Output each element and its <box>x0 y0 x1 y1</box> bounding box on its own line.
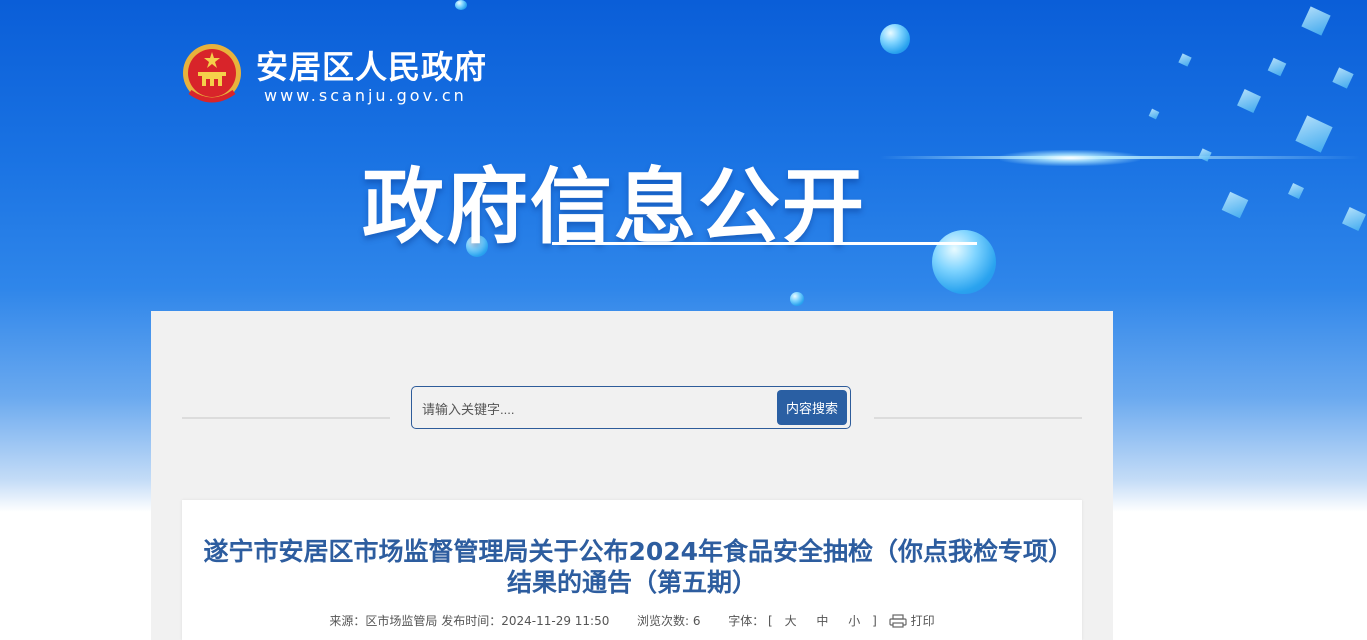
divider-right <box>874 417 1082 419</box>
views-label: 浏览次数: <box>637 614 690 628</box>
decor-cube <box>1178 53 1192 67</box>
decor-bubble <box>455 0 467 10</box>
publish-label: 发布时间： <box>441 614 502 628</box>
article-card: 遂宁市安居区市场监督管理局关于公布2024年食品安全抽检（你点我检专项）结果的通… <box>182 500 1082 640</box>
divider-left <box>182 417 390 419</box>
site-name[interactable]: 安居区人民政府 <box>256 42 487 88</box>
decor-cube <box>1342 207 1366 231</box>
article-title: 遂宁市安居区市场监督管理局关于公布2024年食品安全抽检（你点我检专项）结果的通… <box>203 537 1061 597</box>
search-box: 内容搜索 <box>411 386 851 429</box>
decor-cube <box>1295 115 1333 153</box>
font-size-medium[interactable]: 中 <box>816 612 828 629</box>
decor-cube <box>1288 183 1304 199</box>
views-value: 6 <box>692 614 701 628</box>
decor-cube <box>1332 67 1354 89</box>
font-size-small[interactable]: 小 <box>848 612 860 629</box>
decor-bubble <box>932 230 996 294</box>
decor-bubble <box>880 24 910 54</box>
font-size-large[interactable]: 大 <box>785 612 797 629</box>
light-glow <box>1000 150 1140 166</box>
bracket-close: ] <box>872 614 877 628</box>
source-value: 区市场监管局 <box>365 614 438 628</box>
decor-bubble <box>790 292 804 306</box>
article-meta: 来源：区市场监管局 发布时间：2024-11-29 11:50 浏览次数: 6 … <box>182 612 1082 631</box>
decor-cube <box>1237 89 1261 113</box>
decor-cube <box>1221 191 1249 219</box>
source-label: 来源： <box>329 614 366 628</box>
decor-cube <box>1267 57 1287 77</box>
decor-cube <box>1198 148 1212 162</box>
site-url[interactable]: www.scanju.gov.cn <box>264 86 467 105</box>
decor-cube <box>1301 6 1331 36</box>
decor-cube <box>1148 108 1160 120</box>
publish-value: 2024-11-29 11:50 <box>501 614 610 628</box>
font-size-label: 字体： <box>728 614 765 628</box>
search-button[interactable]: 内容搜索 <box>777 390 847 425</box>
search-input[interactable] <box>420 393 779 425</box>
print-link[interactable]: 打印 <box>911 612 935 629</box>
bracket-open: [ <box>768 614 773 628</box>
banner-title-underline <box>552 242 977 245</box>
national-emblem-icon <box>180 42 244 108</box>
printer-icon[interactable] <box>889 614 907 631</box>
